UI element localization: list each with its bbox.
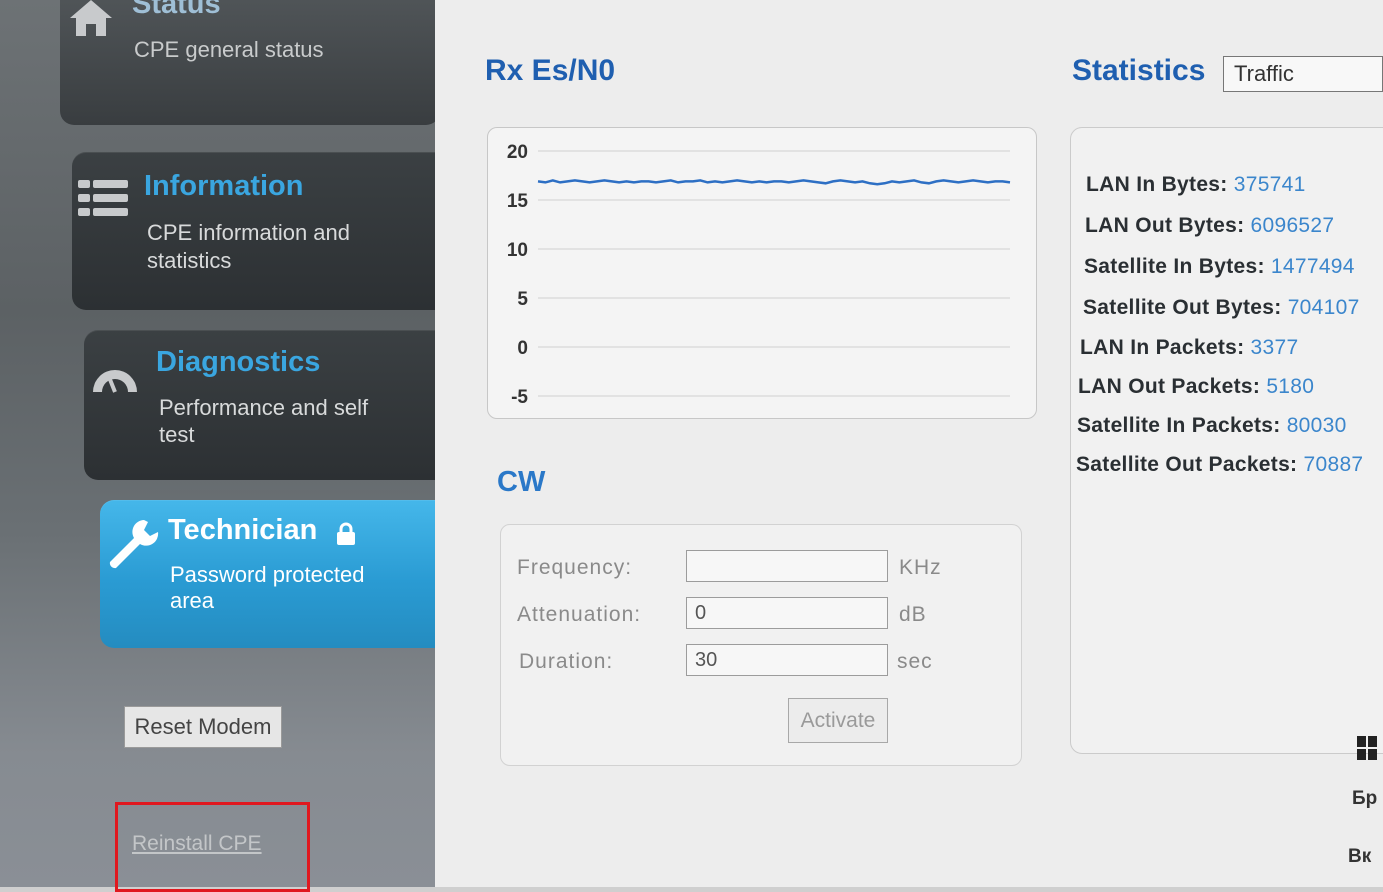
nav-information-desc-line1: CPE information and	[147, 220, 350, 245]
frequency-unit: KHz	[899, 556, 942, 579]
stat-label: LAN Out Bytes:	[1085, 214, 1245, 237]
nav-information[interactable]: Information CPE information and statisti…	[72, 152, 452, 310]
nav-technician-desc-line1: Password protected	[170, 562, 365, 587]
nav-information-desc-line2: statistics	[147, 248, 232, 273]
frequency-label: Frequency:	[517, 556, 633, 579]
nav-diagnostics-desc-line2: test	[159, 422, 195, 447]
stat-row: Satellite In Packets: 80030	[1077, 414, 1347, 438]
stat-label: Satellite Out Bytes:	[1083, 296, 1282, 319]
edge-text-1: Бр	[1352, 788, 1378, 809]
stat-value: 5180	[1266, 375, 1315, 398]
stat-row: LAN In Bytes: 375741	[1086, 173, 1306, 197]
stat-value: 6096527	[1250, 214, 1335, 237]
stat-row: Satellite Out Bytes: 704107	[1083, 296, 1360, 320]
stat-value: 3377	[1250, 336, 1299, 359]
attenuation-unit: dB	[899, 603, 927, 626]
home-icon	[68, 0, 114, 43]
activate-button[interactable]: Activate	[788, 698, 888, 743]
nav-technician[interactable]: Technician Password protected area	[100, 500, 470, 648]
nav-technician-title: Technician	[168, 514, 318, 546]
stat-value: 704107	[1287, 296, 1360, 319]
main-panel: Rx Es/N0 20 15 10 5 0 -5 CW Frequency: KHz At…	[435, 0, 1383, 887]
stat-value: 70887	[1303, 453, 1364, 476]
y-tick-label: -5	[511, 387, 528, 408]
stat-label: Satellite In Bytes:	[1084, 255, 1265, 278]
nav-diagnostics-desc-line1: Performance and self	[159, 395, 369, 420]
lock-icon	[336, 522, 356, 551]
nav-technician-desc-line2: area	[170, 588, 215, 613]
nav-diagnostics-title: Diagnostics	[156, 346, 321, 378]
cw-title: CW	[497, 466, 546, 498]
stat-label: LAN Out Packets:	[1078, 375, 1261, 398]
y-tick-label: 5	[517, 289, 528, 310]
frequency-input[interactable]	[686, 550, 888, 582]
stat-row: LAN In Packets: 3377	[1080, 336, 1298, 360]
stat-row: Satellite In Bytes: 1477494	[1084, 255, 1355, 279]
stat-row: Satellite Out Packets: 70887	[1076, 453, 1363, 477]
sidebar: Status CPE general status Information CP…	[0, 0, 470, 892]
statistics-title: Statistics	[1072, 54, 1206, 87]
attenuation-label: Attenuation:	[517, 603, 642, 626]
nav-information-title: Information	[144, 170, 304, 202]
duration-unit: sec	[897, 650, 933, 673]
stat-row: LAN Out Packets: 5180	[1078, 375, 1314, 399]
duration-label: Duration:	[519, 650, 614, 673]
windows-icon	[1357, 736, 1377, 765]
attenuation-input[interactable]	[686, 597, 888, 629]
stat-row: LAN Out Bytes: 6096527	[1085, 214, 1334, 238]
nav-status-title: Status	[132, 0, 221, 20]
duration-input[interactable]	[686, 644, 888, 676]
rx-esn0-chart-svg: 20 15 10 5 0 -5	[507, 142, 1011, 408]
stat-label: Satellite Out Packets:	[1076, 453, 1298, 476]
stat-value: 80030	[1286, 414, 1347, 437]
rx-esn0-chart: 20 15 10 5 0 -5	[487, 127, 1037, 419]
nav-status[interactable]: Status CPE general status	[60, 0, 440, 125]
series-line	[537, 179, 1011, 186]
y-tick-label: 20	[507, 142, 528, 163]
stat-label: Satellite In Packets:	[1077, 414, 1281, 437]
stat-label: LAN In Packets:	[1080, 336, 1245, 359]
highlight-box	[115, 802, 310, 892]
statistics-type-select[interactable]: Traffic	[1223, 56, 1383, 92]
edge-text-2: Вк	[1348, 846, 1372, 867]
wrench-icon	[104, 516, 160, 577]
nav-status-desc: CPE general status	[134, 37, 324, 62]
y-tick-label: 15	[507, 191, 529, 212]
reset-modem-button[interactable]: Reset Modem	[124, 706, 282, 748]
y-tick-label: 0	[517, 338, 528, 359]
speedometer-icon	[90, 358, 140, 399]
list-icon	[78, 180, 128, 223]
stat-value: 1477494	[1270, 255, 1355, 278]
stat-value: 375741	[1233, 173, 1306, 196]
y-tick-label: 10	[507, 240, 528, 261]
nav-diagnostics[interactable]: Diagnostics Performance and self test	[84, 330, 456, 480]
rx-esn0-title: Rx Es/N0	[485, 54, 616, 87]
stat-label: LAN In Bytes:	[1086, 173, 1228, 196]
